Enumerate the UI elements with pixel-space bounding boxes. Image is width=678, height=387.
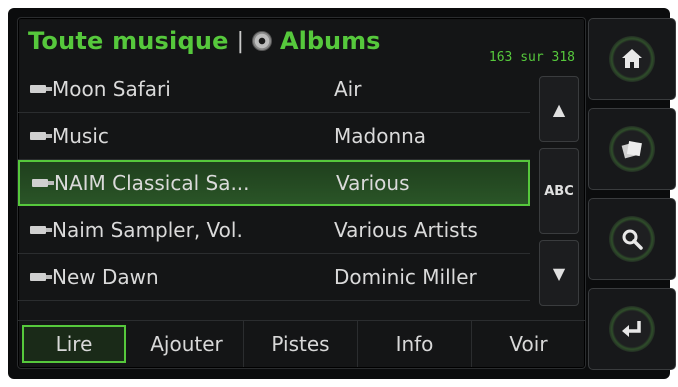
page-title: Toute musique <box>28 27 229 55</box>
list-item[interactable]: Naim Sampler, Vol. Various Artists <box>18 207 530 254</box>
action-bar: Lire Ajouter Pistes Info Voir <box>18 320 585 367</box>
album-title: Music <box>52 124 109 148</box>
album-artist: Air <box>334 77 362 101</box>
album-icon <box>30 85 52 93</box>
album-title: Naim Sampler, Vol. <box>52 218 243 242</box>
home-button[interactable] <box>588 18 676 100</box>
disc-icon <box>252 31 273 51</box>
album-icon <box>30 132 52 140</box>
tab-voir[interactable]: Voir <box>472 321 585 367</box>
enter-icon <box>622 321 641 337</box>
music-screen: Toute musique | Albums 163 sur 318 Moon … <box>17 17 586 369</box>
title-separator: | <box>236 28 245 54</box>
device-frame: Toute musique | Albums 163 sur 318 Moon … <box>8 8 676 379</box>
tab-ajouter[interactable]: Ajouter <box>130 321 244 367</box>
list-item[interactable]: Moon Safari Air <box>18 66 530 113</box>
enter-button[interactable] <box>588 288 676 370</box>
album-icon <box>30 273 52 281</box>
album-icon <box>32 179 54 187</box>
albums-button[interactable] <box>588 108 676 190</box>
search-icon <box>622 229 643 250</box>
album-title: NAIM Classical Sa... <box>54 171 250 195</box>
album-artist: Madonna <box>334 124 427 148</box>
scroll-down-button[interactable]: ▼ <box>539 240 579 306</box>
album-title: Moon Safari <box>52 77 171 101</box>
albums-icon <box>621 141 642 159</box>
album-artist: Various Artists <box>334 218 478 242</box>
section-title: Albums <box>280 27 381 55</box>
button-ring <box>609 36 655 82</box>
tab-info[interactable]: Info <box>358 321 472 367</box>
list-item-selected[interactable]: NAIM Classical Sa... Various <box>18 160 530 206</box>
list-item[interactable]: New Dawn Dominic Miller <box>18 254 530 301</box>
header: Toute musique | Albums <box>28 24 380 58</box>
album-title: New Dawn <box>52 265 159 289</box>
album-icon <box>30 226 52 234</box>
search-button[interactable] <box>588 198 676 280</box>
scroll-up-button[interactable]: ▲ <box>539 76 579 142</box>
tab-lire[interactable]: Lire <box>22 325 126 363</box>
item-counter: 163 sur 318 <box>488 50 575 65</box>
button-ring <box>609 306 655 352</box>
album-artist: Dominic Miller <box>334 265 477 289</box>
home-icon <box>622 49 642 68</box>
album-artist: Various <box>336 171 410 195</box>
tab-pistes[interactable]: Pistes <box>244 321 358 367</box>
button-ring <box>609 216 655 262</box>
list-item[interactable]: Music Madonna <box>18 113 530 160</box>
button-ring <box>609 126 655 172</box>
alphabet-index-button[interactable]: ABC <box>539 148 579 234</box>
